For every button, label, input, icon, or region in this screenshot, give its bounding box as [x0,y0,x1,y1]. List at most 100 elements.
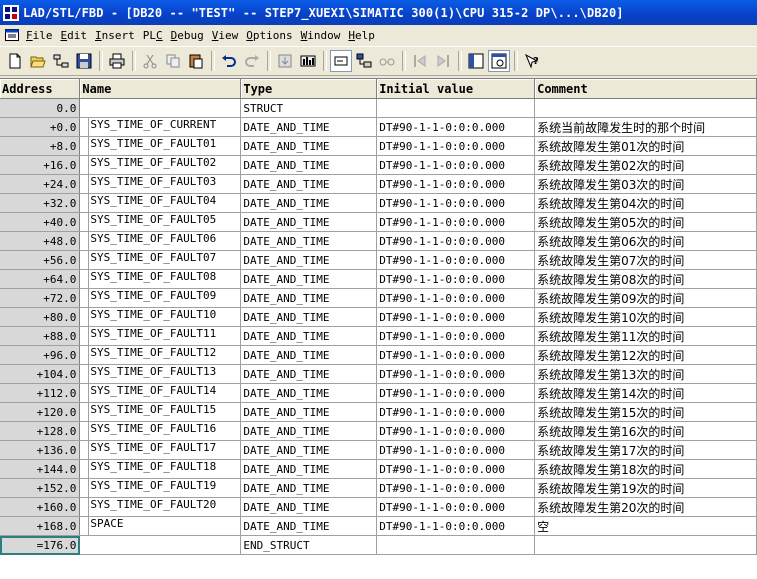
cell-comment[interactable]: 系统故障发生第09次的时间 [534,288,757,308]
cell-address[interactable]: +144.0 [0,459,81,479]
cell-address[interactable]: +48.0 [0,231,81,251]
print-icon[interactable] [106,50,128,72]
cell-address[interactable]: +56.0 [0,250,81,270]
table-row[interactable]: +0.0 SYS_TIME_OF_CURRENT DATE_AND_TIME DT#9… [0,117,757,137]
cell-address[interactable]: +32.0 [0,193,81,213]
cell-type[interactable]: DATE_AND_TIME [240,155,378,175]
cell-name[interactable]: SPACE [79,516,242,536]
zoom-icon[interactable] [488,50,510,72]
cell-initial-value[interactable]: DT#90-1-1-0:0:0.000 [376,364,536,384]
table-row[interactable]: +128.0 SYS_TIME_OF_FAULT16 DATE_AND_TIME DT… [0,421,757,441]
cell-comment[interactable]: 系统故障发生第04次的时间 [534,193,757,213]
undo-icon[interactable] [218,50,240,72]
menu-item[interactable]: Edit [57,29,92,42]
cell-address[interactable]: +168.0 [0,516,81,536]
cell-address[interactable]: +88.0 [0,326,81,346]
accessible-nodes-icon[interactable] [50,50,72,72]
cell-type[interactable]: DATE_AND_TIME [240,174,378,194]
table-row[interactable]: +24.0 SYS_TIME_OF_FAULT03 DATE_AND_TIME DT#… [0,174,757,194]
cell-initial-value[interactable]: DT#90-1-1-0:0:0.000 [376,478,536,498]
cell-type[interactable]: DATE_AND_TIME [240,402,378,422]
cell-address[interactable]: +8.0 [0,136,81,156]
cell-comment[interactable]: 系统故障发生第14次的时间 [534,383,757,403]
cell-initial-value[interactable]: DT#90-1-1-0:0:0.000 [376,345,536,365]
table-row[interactable]: +88.0 SYS_TIME_OF_FAULT11 DATE_AND_TIME DT#… [0,326,757,346]
cell-comment[interactable]: 系统当前故障发生时的那个时间 [534,117,757,137]
cell-name[interactable]: SYS_TIME_OF_FAULT12 [79,345,242,365]
menu-item[interactable]: PLC [139,29,167,42]
cell-initial-value[interactable]: DT#90-1-1-0:0:0.000 [376,193,536,213]
cell-comment[interactable]: 系统故障发生第11次的时间 [534,326,757,346]
cell-name[interactable]: SYS_TIME_OF_FAULT17 [79,440,242,460]
cell-type[interactable]: DATE_AND_TIME [240,345,378,365]
table-row[interactable]: +160.0 SYS_TIME_OF_FAULT20 DATE_AND_TIME DT… [0,497,757,517]
cell-initial-value[interactable] [376,98,536,118]
cell-name[interactable]: SYS_TIME_OF_FAULT03 [79,174,242,194]
cell-comment[interactable]: 系统故障发生第12次的时间 [534,345,757,365]
cell-name[interactable] [79,98,242,118]
cell-initial-value[interactable]: DT#90-1-1-0:0:0.000 [376,326,536,346]
cell-address[interactable]: +0.0 [0,117,81,137]
cell-initial-value[interactable]: DT#90-1-1-0:0:0.000 [376,459,536,479]
cell-comment[interactable]: 系统故障发生第03次的时间 [534,174,757,194]
cell-type[interactable]: DATE_AND_TIME [240,193,378,213]
table-row[interactable]: +168.0 SPACE DATE_AND_TIME DT#90-1-1-0:0:0.… [0,516,757,536]
cell-initial-value[interactable] [376,535,536,555]
save-icon[interactable] [73,50,95,72]
cell-name[interactable]: SYS_TIME_OF_FAULT14 [79,383,242,403]
cell-type[interactable]: DATE_AND_TIME [240,421,378,441]
table-row[interactable]: +56.0 SYS_TIME_OF_FAULT07 DATE_AND_TIME DT#… [0,250,757,270]
cell-address[interactable]: 0.0 [0,98,81,118]
cell-name[interactable]: SYS_TIME_OF_FAULT02 [79,155,242,175]
cell-type[interactable]: DATE_AND_TIME [240,117,378,137]
cell-comment[interactable]: 空 [534,516,757,536]
cell-initial-value[interactable]: DT#90-1-1-0:0:0.000 [376,155,536,175]
cell-name[interactable]: SYS_TIME_OF_FAULT01 [79,136,242,156]
cell-name[interactable]: SYS_TIME_OF_FAULT07 [79,250,242,270]
cell-comment[interactable] [534,98,757,118]
table-row[interactable]: +40.0 SYS_TIME_OF_FAULT05 DATE_AND_TIME DT#… [0,212,757,232]
column-header-comment[interactable]: Comment [534,79,757,99]
table-row[interactable]: +8.0 SYS_TIME_OF_FAULT01 DATE_AND_TIME DT#9… [0,136,757,156]
cell-initial-value[interactable]: DT#90-1-1-0:0:0.000 [376,383,536,403]
cell-type[interactable]: DATE_AND_TIME [240,497,378,517]
cell-initial-value[interactable]: DT#90-1-1-0:0:0.000 [376,421,536,441]
cell-initial-value[interactable]: DT#90-1-1-0:0:0.000 [376,497,536,517]
paste-icon[interactable] [185,50,207,72]
glasses-icon[interactable] [376,50,398,72]
cell-name[interactable]: SYS_TIME_OF_FAULT11 [79,326,242,346]
menu-item[interactable]: Options [242,29,296,42]
cell-address[interactable]: +72.0 [0,288,81,308]
cell-address[interactable]: +112.0 [0,383,81,403]
column-header-address[interactable]: Address [0,79,81,99]
cell-comment[interactable]: 系统故障发生第15次的时间 [534,402,757,422]
cell-name[interactable] [79,535,242,555]
cell-name[interactable]: SYS_TIME_OF_FAULT13 [79,364,242,384]
cell-initial-value[interactable]: DT#90-1-1-0:0:0.000 [376,231,536,251]
menu-item[interactable]: View [208,29,243,42]
cell-initial-value[interactable]: DT#90-1-1-0:0:0.000 [376,269,536,289]
cell-initial-value[interactable]: DT#90-1-1-0:0:0.000 [376,174,536,194]
column-header-initial-value[interactable]: Initial value [376,79,536,99]
cell-address[interactable]: +136.0 [0,440,81,460]
breakpoint-prev-icon[interactable] [409,50,431,72]
cell-type[interactable]: DATE_AND_TIME [240,250,378,270]
cell-initial-value[interactable]: DT#90-1-1-0:0:0.000 [376,250,536,270]
menu-item[interactable]: Window [297,29,345,42]
cut-icon[interactable] [139,50,161,72]
table-row[interactable]: +16.0 SYS_TIME_OF_FAULT02 DATE_AND_TIME DT#… [0,155,757,175]
cell-address[interactable]: +128.0 [0,421,81,441]
table-row[interactable]: +112.0 SYS_TIME_OF_FAULT14 DATE_AND_TIME DT… [0,383,757,403]
table-row[interactable]: +64.0 SYS_TIME_OF_FAULT08 DATE_AND_TIME DT#… [0,269,757,289]
menu-item[interactable]: Debug [167,29,208,42]
cell-name[interactable]: SYS_TIME_OF_FAULT06 [79,231,242,251]
cell-initial-value[interactable]: DT#90-1-1-0:0:0.000 [376,288,536,308]
table-row[interactable]: +120.0 SYS_TIME_OF_FAULT15 DATE_AND_TIME DT… [0,402,757,422]
cell-type[interactable]: DATE_AND_TIME [240,307,378,327]
table-row[interactable]: =176.0 END_STRUCT [0,535,757,555]
table-row[interactable]: 0.0 STRUCT [0,98,757,118]
cell-name[interactable]: SYS_TIME_OF_FAULT19 [79,478,242,498]
column-header-type[interactable]: Type [240,79,378,99]
cell-type[interactable]: DATE_AND_TIME [240,440,378,460]
cell-type[interactable]: DATE_AND_TIME [240,364,378,384]
